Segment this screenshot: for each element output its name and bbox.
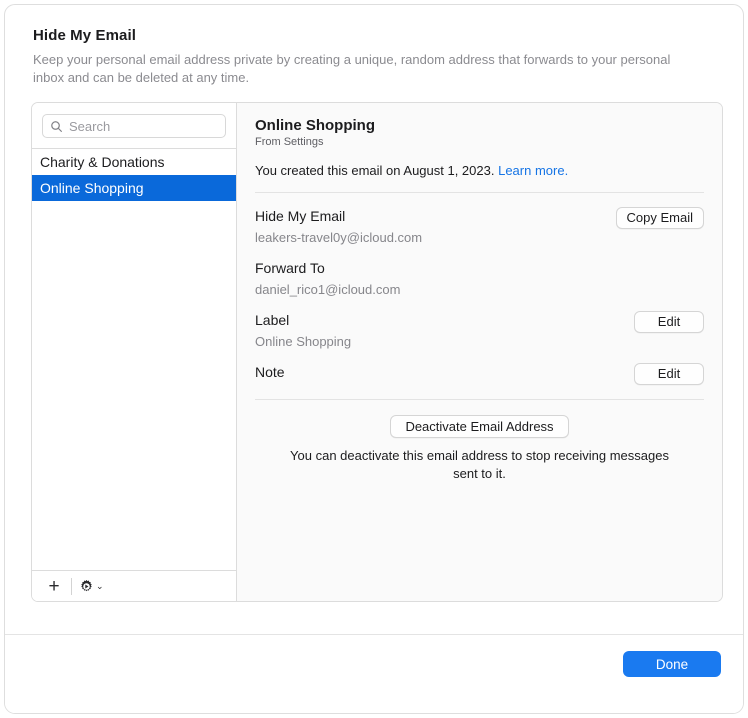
dialog-header: Hide My Email Keep your personal email a… bbox=[5, 5, 743, 87]
row-label-field: Label Online Shopping Edit bbox=[255, 311, 704, 349]
created-line: You created this email on August 1, 2023… bbox=[255, 163, 704, 178]
copy-email-button[interactable]: Copy Email bbox=[616, 207, 704, 229]
page-title: Hide My Email bbox=[33, 27, 715, 44]
list-item-online-shopping[interactable]: Online Shopping bbox=[32, 175, 236, 201]
row-label: Label bbox=[255, 312, 351, 328]
row-text: Label Online Shopping bbox=[255, 311, 351, 349]
edit-note-button[interactable]: Edit bbox=[634, 363, 704, 385]
detail-subtitle: From Settings bbox=[255, 136, 704, 148]
row-hide-my-email: Hide My Email leakers-travel0y@icloud.co… bbox=[255, 207, 704, 245]
search-container bbox=[32, 103, 236, 148]
row-text: Note bbox=[255, 363, 285, 380]
search-input[interactable] bbox=[69, 119, 218, 134]
chevron-down-icon: ⌄ bbox=[96, 582, 104, 591]
row-label: Note bbox=[255, 364, 285, 380]
row-text: Hide My Email leakers-travel0y@icloud.co… bbox=[255, 207, 422, 245]
hide-my-email-dialog: Hide My Email Keep your personal email a… bbox=[4, 4, 744, 714]
sidebar-toolbar: + ⌄ bbox=[32, 570, 236, 601]
row-label: Forward To bbox=[255, 260, 400, 276]
page-description: Keep your personal email address private… bbox=[33, 51, 705, 87]
action-menu-button[interactable]: ⌄ bbox=[75, 574, 108, 598]
row-value: daniel_rico1@icloud.com bbox=[255, 282, 400, 297]
toolbar-divider bbox=[71, 578, 72, 595]
row-value: Online Shopping bbox=[255, 334, 351, 349]
search-field[interactable] bbox=[42, 114, 226, 138]
row-label: Hide My Email bbox=[255, 208, 422, 224]
email-list: Charity & Donations Online Shopping bbox=[32, 148, 236, 570]
divider bbox=[255, 192, 704, 193]
list-item-label: Charity & Donations bbox=[40, 154, 165, 170]
edit-label-button[interactable]: Edit bbox=[634, 311, 704, 333]
created-text: You created this email on August 1, 2023… bbox=[255, 163, 494, 178]
learn-more-link[interactable]: Learn more. bbox=[498, 163, 568, 178]
detail-title: Online Shopping bbox=[255, 117, 704, 134]
gear-icon bbox=[79, 579, 94, 594]
list-item-charity-donations[interactable]: Charity & Donations bbox=[32, 149, 236, 175]
sidebar: Charity & Donations Online Shopping + ⌄ bbox=[32, 103, 237, 601]
row-forward-to: Forward To daniel_rico1@icloud.com bbox=[255, 259, 704, 297]
detail-panel: Online Shopping From Settings You create… bbox=[237, 103, 722, 601]
split-view: Charity & Donations Online Shopping + ⌄ bbox=[31, 102, 723, 602]
row-value: leakers-travel0y@icloud.com bbox=[255, 230, 422, 245]
deactivate-section: Deactivate Email Address You can deactiv… bbox=[255, 415, 704, 483]
dialog-footer: Done bbox=[5, 634, 743, 713]
deactivate-note: You can deactivate this email address to… bbox=[284, 447, 676, 483]
done-button[interactable]: Done bbox=[623, 651, 721, 677]
add-email-button[interactable]: + bbox=[40, 574, 68, 598]
row-text: Forward To daniel_rico1@icloud.com bbox=[255, 259, 400, 297]
list-item-label: Online Shopping bbox=[40, 180, 144, 196]
divider bbox=[255, 399, 704, 400]
deactivate-email-button[interactable]: Deactivate Email Address bbox=[390, 415, 568, 438]
search-icon bbox=[50, 120, 63, 133]
row-note: Note Edit bbox=[255, 363, 704, 385]
